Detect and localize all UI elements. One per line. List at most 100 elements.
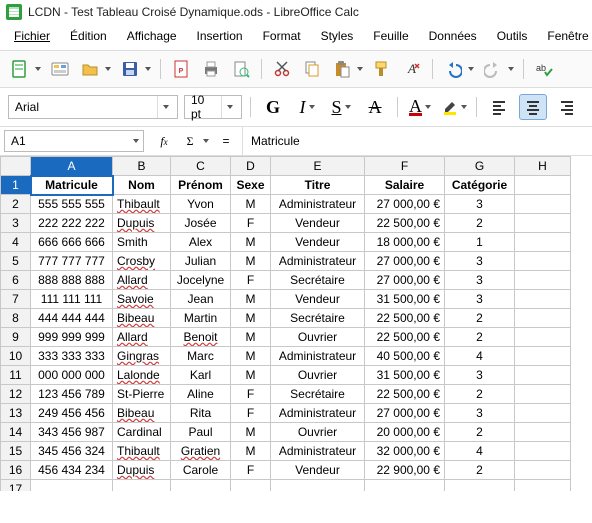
cell[interactable]: 22 500,00 € [365, 385, 445, 404]
cell[interactable]: 31 500,00 € [365, 290, 445, 309]
cell[interactable]: 2 [445, 461, 515, 480]
row-header[interactable]: 10 [1, 347, 31, 366]
row-header[interactable]: 5 [1, 252, 31, 271]
new-doc-dropdown[interactable] [34, 57, 42, 81]
cell[interactable]: Nom [113, 176, 171, 195]
col-header-C[interactable]: C [171, 157, 231, 176]
cell[interactable]: Vendeur [271, 461, 365, 480]
cell[interactable]: Bibeau [113, 309, 171, 328]
menu-tools[interactable]: Outils [487, 26, 538, 46]
col-header-D[interactable]: D [231, 157, 271, 176]
cell[interactable]: 27 000,00 € [365, 195, 445, 214]
cell[interactable]: M [231, 309, 271, 328]
cell[interactable] [515, 385, 571, 404]
cell[interactable] [515, 442, 571, 461]
row-header[interactable]: 14 [1, 423, 31, 442]
cell[interactable]: 22 500,00 € [365, 309, 445, 328]
cell[interactable]: 22 500,00 € [365, 328, 445, 347]
cell[interactable]: 1 [445, 233, 515, 252]
cell[interactable] [231, 480, 271, 492]
templates-button[interactable] [48, 57, 72, 81]
cell[interactable]: Administrateur [271, 347, 365, 366]
cell[interactable]: Ouvrier [271, 366, 365, 385]
cell[interactable]: 456 434 234 [31, 461, 113, 480]
menu-styles[interactable]: Styles [311, 26, 364, 46]
cell[interactable]: Ouvrier [271, 328, 365, 347]
cell[interactable]: Cardinal [113, 423, 171, 442]
cell[interactable]: St-Pierre [113, 385, 171, 404]
print-button[interactable] [199, 57, 223, 81]
cell[interactable]: F [231, 271, 271, 290]
cell[interactable]: Dupuis [113, 461, 171, 480]
menu-insert[interactable]: Insertion [187, 26, 253, 46]
cell[interactable]: M [231, 290, 271, 309]
row-header[interactable]: 12 [1, 385, 31, 404]
cell[interactable]: 27 000,00 € [365, 271, 445, 290]
cell[interactable]: 27 000,00 € [365, 252, 445, 271]
cell[interactable]: Vendeur [271, 290, 365, 309]
cell[interactable]: Secrétaire [271, 309, 365, 328]
cell[interactable]: Thibault [113, 195, 171, 214]
cell[interactable] [113, 480, 171, 492]
undo-dropdown[interactable] [467, 57, 475, 81]
cell[interactable]: Dupuis [113, 214, 171, 233]
cell[interactable]: 111 111 111 [31, 290, 113, 309]
cell[interactable]: Lalonde [113, 366, 171, 385]
menu-data[interactable]: Données [419, 26, 487, 46]
row-header[interactable]: 1 [1, 176, 31, 195]
row-header[interactable]: 16 [1, 461, 31, 480]
cell[interactable]: M [231, 195, 271, 214]
strike-button[interactable]: A [361, 94, 389, 120]
cell[interactable] [515, 290, 571, 309]
row-header[interactable]: 7 [1, 290, 31, 309]
cell[interactable]: 3 [445, 404, 515, 423]
sum-dropdown[interactable] [202, 129, 210, 153]
cell[interactable]: 18 000,00 € [365, 233, 445, 252]
col-header-B[interactable]: B [113, 157, 171, 176]
cell[interactable]: 343 456 987 [31, 423, 113, 442]
cell[interactable]: Martin [171, 309, 231, 328]
row-header[interactable]: 8 [1, 309, 31, 328]
cell[interactable] [445, 480, 515, 492]
open-button[interactable] [78, 57, 102, 81]
font-name-combo[interactable]: Arial [8, 95, 178, 119]
cell[interactable]: Aline [171, 385, 231, 404]
save-button[interactable] [118, 57, 142, 81]
row-header[interactable]: 13 [1, 404, 31, 423]
cell[interactable]: M [231, 366, 271, 385]
cell[interactable]: 999 999 999 [31, 328, 113, 347]
cell[interactable]: M [231, 233, 271, 252]
row-header[interactable]: 11 [1, 366, 31, 385]
cell[interactable]: Rita [171, 404, 231, 423]
cell[interactable]: Salaire [365, 176, 445, 195]
cell[interactable]: 333 333 333 [31, 347, 113, 366]
cell[interactable] [515, 252, 571, 271]
cell[interactable]: 555 555 555 [31, 195, 113, 214]
cell[interactable]: M [231, 442, 271, 461]
redo-dropdown[interactable] [507, 57, 515, 81]
cell[interactable]: 3 [445, 271, 515, 290]
cell[interactable]: Allard [113, 271, 171, 290]
cell[interactable]: 3 [445, 290, 515, 309]
col-header-F[interactable]: F [365, 157, 445, 176]
cell[interactable]: 888 888 888 [31, 271, 113, 290]
cell[interactable]: Josée [171, 214, 231, 233]
menu-format[interactable]: Format [253, 26, 311, 46]
row-header[interactable]: 17 [1, 480, 31, 492]
cell[interactable]: Prénom [171, 176, 231, 195]
cell[interactable]: Gingras [113, 347, 171, 366]
cell[interactable]: 666 666 666 [31, 233, 113, 252]
cut-button[interactable] [270, 57, 294, 81]
cell[interactable]: Titre [271, 176, 365, 195]
undo-button[interactable] [441, 57, 465, 81]
cell[interactable]: F [231, 461, 271, 480]
cell[interactable]: F [231, 404, 271, 423]
export-pdf-button[interactable]: P [169, 57, 193, 81]
cell[interactable]: 4 [445, 442, 515, 461]
cell[interactable]: 2 [445, 309, 515, 328]
name-box[interactable]: A1 [4, 130, 144, 152]
cell[interactable] [31, 480, 113, 492]
cell[interactable]: 3 [445, 252, 515, 271]
underline-button[interactable]: S [327, 94, 355, 120]
cell[interactable]: F [231, 214, 271, 233]
